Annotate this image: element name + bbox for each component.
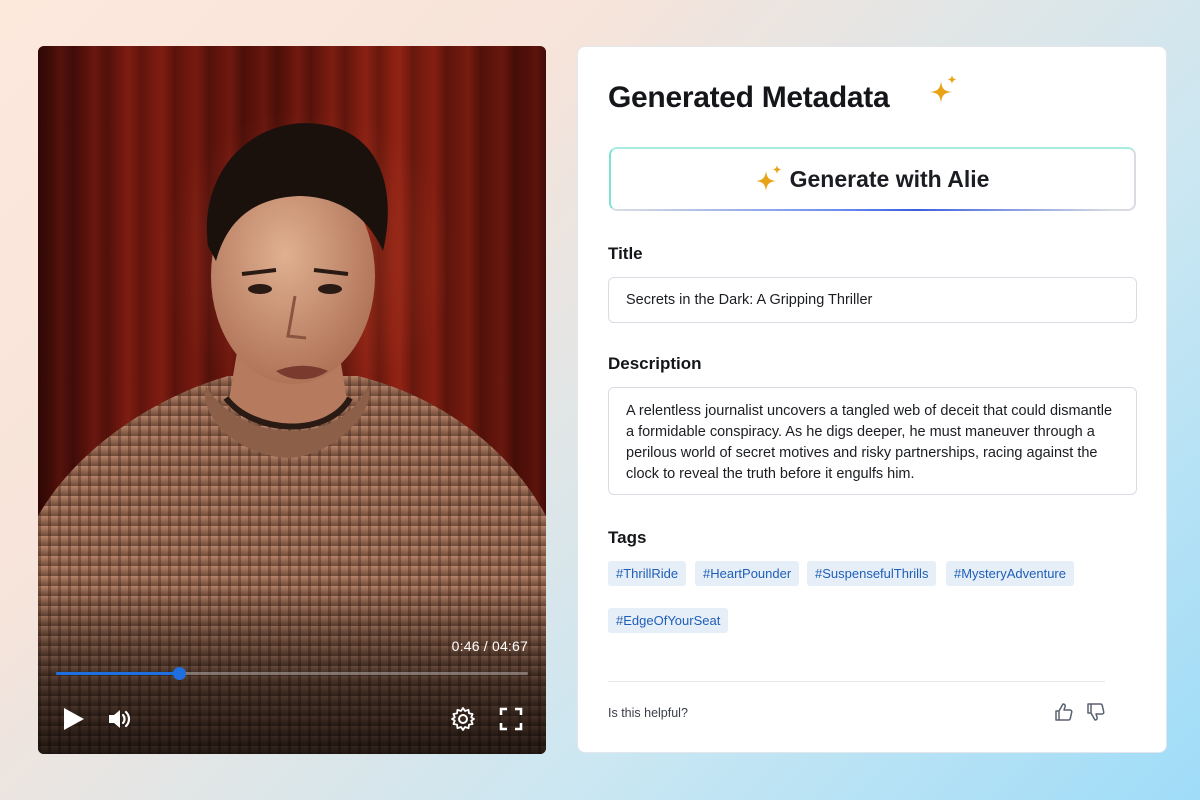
tag-chip[interactable]: #SuspensefulThrills (807, 561, 937, 586)
progress-fill (56, 672, 179, 675)
tag-chip[interactable]: #EdgeOfYourSeat (608, 608, 729, 633)
play-icon (64, 708, 84, 730)
fullscreen-button[interactable] (498, 706, 524, 732)
description-field[interactable]: A relentless journalist uncovers a tangl… (608, 387, 1137, 495)
metadata-panel: Generated Metadata Generate with Alie Ti… (577, 46, 1167, 753)
tag-chip[interactable]: #HeartPounder (695, 561, 800, 586)
thumbs-down-button[interactable] (1086, 702, 1106, 722)
title-field[interactable]: Secrets in the Dark: A Gripping Thriller (608, 277, 1137, 323)
tags-label: Tags (608, 528, 647, 547)
settings-button[interactable] (450, 706, 476, 732)
divider (608, 681, 1105, 682)
thumbs-down-icon (1087, 703, 1105, 721)
tag-chip[interactable]: #MysteryAdventure (946, 561, 1074, 586)
sparkle-icon (930, 75, 957, 103)
play-button[interactable] (60, 706, 86, 732)
video-player[interactable]: 0:46 / 04:67 (38, 46, 546, 754)
generate-button[interactable]: Generate with Alie (609, 147, 1136, 211)
panel-heading: Generated Metadata (608, 81, 890, 114)
time-display: 0:46 / 04:67 (451, 638, 528, 654)
sparkle-icon (755, 165, 782, 191)
title-label: Title (608, 244, 643, 263)
fullscreen-icon (499, 707, 523, 731)
thumbs-up-icon (1055, 703, 1073, 721)
generate-button-label: Generate with Alie (789, 165, 990, 192)
progress-bar[interactable] (56, 667, 528, 680)
volume-icon (109, 710, 131, 728)
volume-button[interactable] (106, 706, 132, 732)
thumbs-up-button[interactable] (1054, 702, 1074, 722)
description-label: Description (608, 354, 702, 373)
settings-gear-icon (451, 707, 475, 731)
feedback-prompt: Is this helpful? (608, 706, 688, 720)
tag-chip[interactable]: #ThrillRide (608, 561, 687, 586)
progress-handle[interactable] (172, 667, 186, 680)
